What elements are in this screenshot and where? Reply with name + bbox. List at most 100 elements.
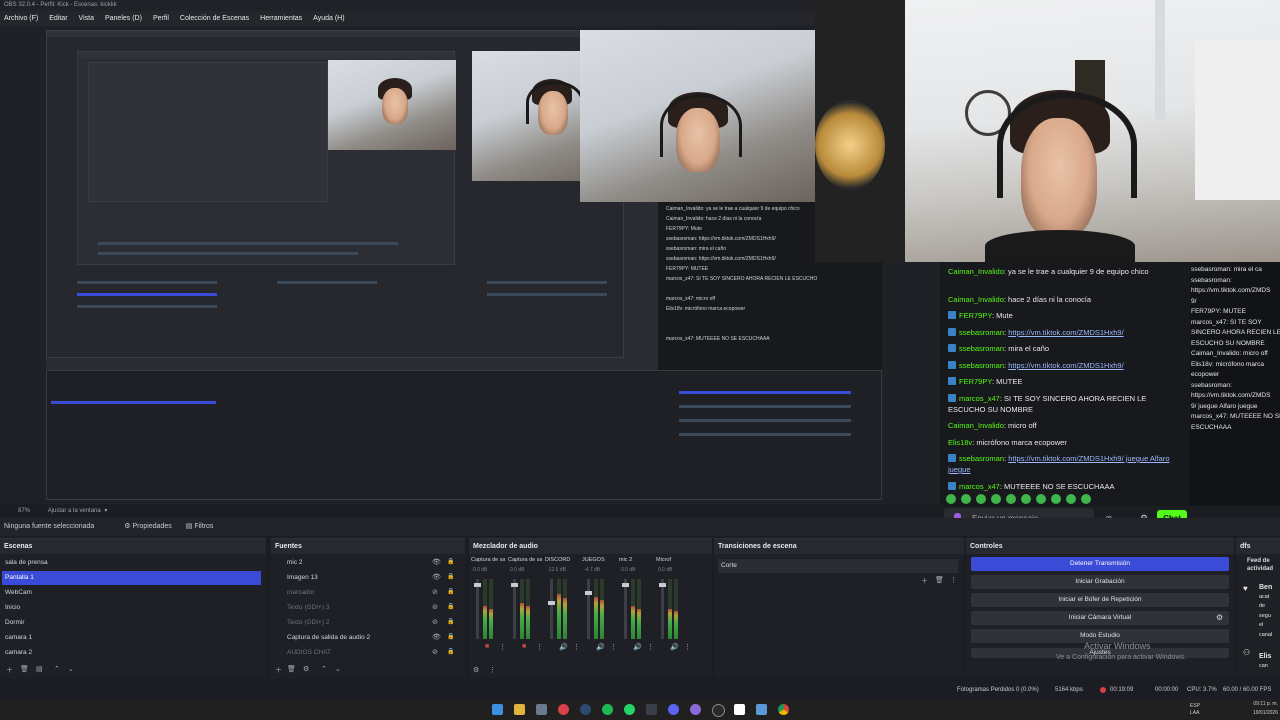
lock-icon[interactable]: 🔒 <box>447 588 454 595</box>
muted-speaker-icon[interactable]: ■ <box>522 643 526 650</box>
source-settings-icon[interactable]: ⚙ <box>303 665 309 673</box>
visibility-eye-icon[interactable]: 👁 <box>432 573 441 581</box>
chat-username[interactable]: Caiman_Invalido <box>948 267 1004 276</box>
chat-username[interactable]: FER79PY <box>959 311 992 320</box>
properties-button[interactable]: ⚙ Propiedades <box>124 523 172 530</box>
remove-source-icon[interactable]: 🗑 <box>287 665 296 673</box>
remove-scene-icon[interactable]: 🗑 <box>20 665 29 673</box>
menu-coleccion[interactable]: Colección de Escenas <box>180 15 249 22</box>
chat-username[interactable]: ssebasroman <box>959 344 1004 353</box>
volume-fader-handle[interactable] <box>511 583 518 587</box>
lock-icon[interactable]: 🔒 <box>447 558 454 565</box>
speaker-icon[interactable]: 🔊 <box>559 643 568 651</box>
calculator-icon[interactable] <box>536 704 547 715</box>
chat-text[interactable]: https://vm.tiktok.com/ZMDS1Hxh9/ <box>1008 361 1123 370</box>
lock-icon[interactable]: 🔒 <box>447 648 454 655</box>
source-item[interactable]: Texto (GDI+) 2 <box>273 616 437 630</box>
start-virtual-camera-button[interactable]: Iniciar Cámara Virtual <box>971 611 1229 625</box>
game-icon[interactable] <box>756 704 767 715</box>
file-explorer-icon[interactable] <box>514 704 525 715</box>
scene-item[interactable]: camara 1 <box>2 631 261 645</box>
lock-icon[interactable]: 🔒 <box>447 573 454 580</box>
menu-editar[interactable]: Editar <box>49 15 67 22</box>
app-icon[interactable] <box>690 704 701 715</box>
remove-transition-icon[interactable]: 🗑 <box>935 576 944 584</box>
mixer-menu-icon[interactable]: ⋮ <box>489 666 496 674</box>
chat-username[interactable]: Elis18v <box>948 438 972 447</box>
channel-menu-icon[interactable]: ⋮ <box>684 643 691 651</box>
stop-streaming-button[interactable]: Detener Transmisión <box>971 557 1229 571</box>
visibility-eye-icon[interactable]: 👁 <box>432 558 441 566</box>
volume-fader[interactable] <box>661 579 664 639</box>
terminal-icon[interactable] <box>646 704 657 715</box>
virtual-camera-settings-icon[interactable]: ⚙ <box>1216 613 1223 622</box>
visibility-eye-icon[interactable]: ⊘ <box>432 648 438 656</box>
volume-fader[interactable] <box>550 579 553 639</box>
activity-tab[interactable]: dfs <box>1236 539 1280 554</box>
visibility-eye-icon[interactable]: 👁 <box>432 633 441 641</box>
chrome-icon[interactable] <box>778 704 789 715</box>
source-up-icon[interactable]: ⌃ <box>321 665 327 673</box>
chat-username[interactable]: Caiman_Invalido <box>948 295 1004 304</box>
source-item[interactable]: AUDIOS CHAT <box>273 646 437 660</box>
source-item[interactable]: Imagen 13 <box>273 571 437 585</box>
transition-select[interactable]: Corte <box>718 559 958 573</box>
mixer-settings-icon[interactable]: ⚙ <box>473 666 479 674</box>
zoom-value[interactable]: 87% <box>18 508 30 514</box>
filters-button[interactable]: ▤ Filtros <box>186 523 214 530</box>
emote-row[interactable] <box>946 491 1096 504</box>
windows-start-icon[interactable] <box>492 704 503 715</box>
scene-item[interactable]: Inicio <box>2 601 261 615</box>
chat-text[interactable]: https://vm.tiktok.com/ZMDS1Hxh9/ <box>1008 328 1123 337</box>
source-item[interactable]: Texto (GDI+) 3 <box>273 601 437 615</box>
volume-fader-handle[interactable] <box>659 583 666 587</box>
source-item[interactable]: mic 2 <box>273 556 437 570</box>
zoom-fit-select[interactable]: Ajustar a la ventana <box>48 508 101 514</box>
transition-menu-icon[interactable]: ⋮ <box>950 576 957 584</box>
scene-item[interactable]: camara 2 <box>2 646 261 660</box>
menu-paneles[interactable]: Paneles (D) <box>105 15 142 22</box>
chat-username[interactable]: FER79PY <box>959 377 992 386</box>
chat-username[interactable]: Caiman_Invalido <box>948 421 1004 430</box>
volume-fader[interactable] <box>624 579 627 639</box>
visibility-eye-icon[interactable]: ⊘ <box>432 618 438 626</box>
volume-fader[interactable] <box>587 579 590 639</box>
source-item[interactable]: marcador <box>273 586 437 600</box>
menu-herramientas[interactable]: Herramientas <box>260 15 302 22</box>
scene-down-icon[interactable]: ⌄ <box>68 665 74 673</box>
channel-menu-icon[interactable]: ⋮ <box>610 643 617 651</box>
speaker-icon[interactable]: 🔊 <box>670 643 679 651</box>
lock-icon[interactable]: 🔒 <box>447 618 454 625</box>
volume-fader-handle[interactable] <box>548 601 555 605</box>
capcut-icon[interactable] <box>734 704 745 715</box>
add-source-icon[interactable]: ＋ <box>275 665 282 675</box>
steam-icon[interactable] <box>580 704 591 715</box>
add-transition-icon[interactable]: ＋ <box>921 576 928 586</box>
source-down-icon[interactable]: ⌄ <box>335 665 341 673</box>
chat-username[interactable]: ssebasroman <box>959 454 1004 463</box>
speaker-icon[interactable]: 🔊 <box>596 643 605 651</box>
preview-canvas[interactable]: Caiman_Invalido: ya se le trae a cualqui… <box>46 30 882 500</box>
source-item[interactable]: Captura de salida de audio 2 <box>273 631 437 645</box>
menu-vista[interactable]: Vista <box>79 15 94 22</box>
chat-username[interactable]: ssebasroman <box>959 361 1004 370</box>
speaker-icon[interactable]: 🔊 <box>633 643 642 651</box>
scene-item[interactable]: Dormir <box>2 616 261 630</box>
scene-up-icon[interactable]: ⌃ <box>54 665 60 673</box>
channel-menu-icon[interactable]: ⋮ <box>536 643 543 651</box>
start-recording-button[interactable]: Iniciar Grabación <box>971 575 1229 589</box>
obs-icon[interactable] <box>712 704 725 717</box>
lock-icon[interactable]: 🔒 <box>447 633 454 640</box>
volume-fader[interactable] <box>513 579 516 639</box>
channel-menu-icon[interactable]: ⋮ <box>573 643 580 651</box>
start-replay-buffer-button[interactable]: Iniciar el Búfer de Repetición <box>971 593 1229 607</box>
menu-ayuda[interactable]: Ayuda (H) <box>313 15 344 22</box>
menu-archivo[interactable]: Archivo (F) <box>4 15 38 22</box>
visibility-eye-icon[interactable]: ⊘ <box>432 588 438 596</box>
chat-username[interactable]: marcos_x47 <box>959 394 1000 403</box>
volume-fader-handle[interactable] <box>622 583 629 587</box>
volume-fader-handle[interactable] <box>474 583 481 587</box>
menu-perfil[interactable]: Perfil <box>153 15 169 22</box>
add-scene-icon[interactable]: ＋ <box>6 665 13 675</box>
scene-item[interactable]: sala de prensa <box>2 556 261 570</box>
